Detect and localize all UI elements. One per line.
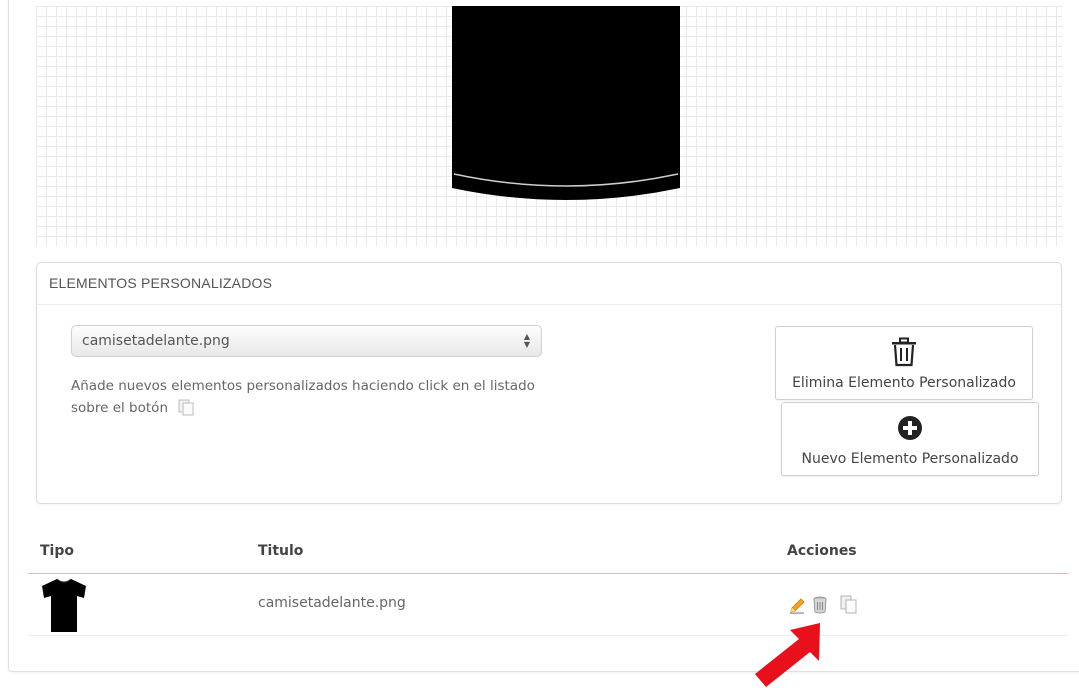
- custom-elements-panel: ELEMENTOS PERSONALIZADOS camisetadelante…: [36, 262, 1062, 504]
- panel-heading: ELEMENTOS PERSONALIZADOS: [49, 275, 273, 291]
- help-text-content: Añade nuevos elementos personalizados ha…: [71, 378, 535, 416]
- table-header-rule: [28, 573, 1068, 574]
- select-arrows-icon: ▲ ▼: [523, 332, 531, 349]
- row-title: camisetadelante.png: [258, 595, 406, 611]
- column-header-acciones: Acciones: [787, 543, 857, 559]
- red-arrow-pointer-icon: [755, 623, 820, 687]
- panel-divider: [37, 304, 1061, 305]
- copy-icon: [178, 399, 196, 417]
- delete-custom-element-button[interactable]: Elimina Elemento Personalizado: [775, 326, 1033, 400]
- new-button-label: Nuevo Elemento Personalizado: [801, 451, 1019, 467]
- tshirt-icon: [42, 578, 86, 632]
- help-text: Añade nuevos elementos personalizados ha…: [71, 375, 541, 419]
- delete-button-label: Elimina Elemento Personalizado: [792, 375, 1016, 391]
- select-value: camisetadelante.png: [82, 333, 230, 349]
- custom-element-select[interactable]: camisetadelante.png ▲ ▼: [71, 325, 542, 357]
- delete-icon[interactable]: [811, 595, 829, 615]
- copy-icon[interactable]: [840, 595, 858, 615]
- new-custom-element-button[interactable]: Nuevo Elemento Personalizado: [781, 402, 1039, 476]
- shirt-preview-image: [452, 6, 680, 200]
- trash-icon: [892, 337, 916, 367]
- plus-circle-icon: [898, 416, 922, 440]
- column-header-titulo: Titulo: [258, 543, 304, 559]
- design-canvas[interactable]: [36, 6, 1062, 246]
- column-header-tipo: Tipo: [40, 543, 74, 559]
- edit-icon[interactable]: [788, 595, 806, 615]
- table-row-rule: [28, 635, 1068, 636]
